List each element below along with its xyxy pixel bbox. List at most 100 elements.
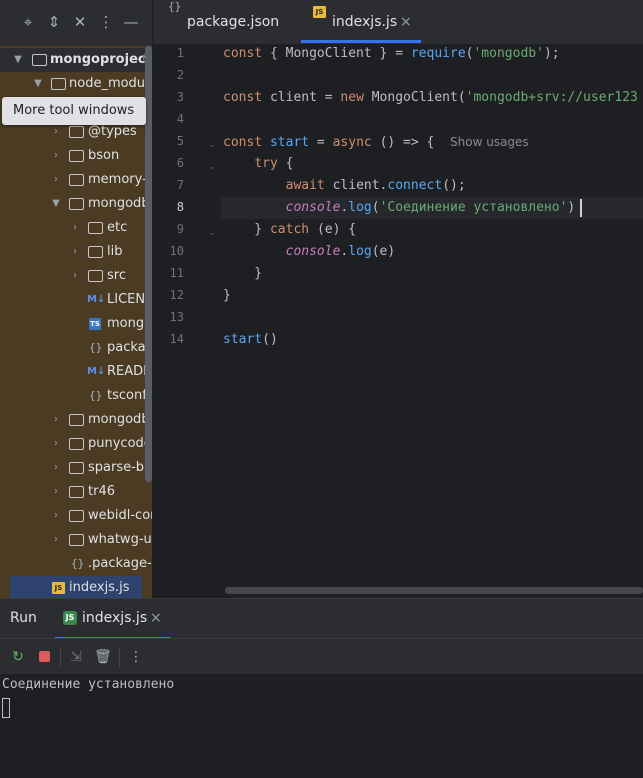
code-line-10: console.log(e) [223,241,396,263]
folder-icon [69,534,84,546]
tree-row[interactable]: › webidl-con [0,504,152,528]
line-number: 13 [169,310,184,324]
tree-row[interactable]: › bson [0,144,152,168]
code-token: 'mongodb+srv://user123 [465,90,638,105]
line-number: 9 [176,222,184,236]
code-line-1: const { MongoClient } = require('mongodb… [223,43,560,65]
line-number: 2 [176,68,184,82]
line-number: 12 [169,288,184,302]
tree-row[interactable]: › punycode [0,432,152,456]
tab-indexjs[interactable]: JS indexjs.js × [301,0,421,44]
code-token: log [348,244,372,259]
tree-row[interactable]: › mongodb- [0,408,152,432]
code-token: console [285,200,341,215]
fold-icon[interactable]: ⌄ [208,162,216,172]
code-token: const [223,46,270,61]
chevron-down-icon: ▼ [52,198,60,209]
tree-row[interactable]: {} .package-l [0,552,152,576]
run-toolbar: ↻ ⇲ 🗑 ⋮ [0,638,643,675]
tree-row[interactable]: › src [0,264,152,288]
folder-icon [69,198,84,210]
run-tab-indexjs[interactable]: JS indexjs.js × [55,599,171,639]
code-token: async [332,135,380,150]
console-output[interactable]: Соединение установлено [0,674,643,778]
tree-row[interactable]: › memory-p [0,168,152,192]
folder-icon [88,222,103,234]
tree-row[interactable]: ▼ mongodb [0,192,152,216]
project-scrollbar[interactable] [145,46,152,482]
code-token: () [262,332,278,347]
tree-label: .package-l [88,556,152,571]
trash-icon[interactable]: 🗑 [94,649,112,665]
code-token: Show usages [450,135,529,149]
code-token: catch [269,222,317,237]
code-token: } [223,288,231,303]
close-icon[interactable]: × [150,610,162,626]
expand-all-icon[interactable]: ⇕ [45,13,63,31]
more-icon[interactable]: ⋮ [97,13,115,31]
code-line-3: const client = new MongoClient('mongodb+… [223,87,638,109]
tree-row[interactable]: TS mongod [0,312,152,336]
stop-icon[interactable] [36,649,52,665]
project-panel: ⌖ ⇕ ✕ ⋮ — ▼ mongoproject C ▼ node_module… [0,0,152,598]
chevron-down-icon: ▼ [14,54,22,65]
tab-package-json[interactable]: {} package.json [165,0,295,44]
code-token: try [254,156,286,171]
editor-horizontal-scrollbar[interactable] [225,587,643,594]
fold-icon[interactable]: ⌄ [208,228,216,238]
scroll-to-end-icon[interactable]: ⇲ [68,649,84,665]
tree-row[interactable]: › etc [0,216,152,240]
tree-row-node-modules[interactable]: ▼ node_modules [0,72,152,96]
line-number: 8 [176,200,184,214]
tree-row[interactable]: M↓ LICENS [0,288,152,312]
code-token: start [269,135,310,150]
code-token: connect [387,178,443,193]
tree-label: lib [107,244,123,259]
tree-row[interactable]: › tr46 [0,480,152,504]
tree-row[interactable]: › whatwg-u [0,528,152,552]
tree-label: indexjs.js [69,580,130,595]
markdown-icon: M↓ [87,366,106,377]
code-token: (e) { [316,222,357,237]
close-icon[interactable]: × [400,0,412,44]
code-editor[interactable] [153,44,643,597]
code-line-8: console.log('Соединение установлено') [223,197,576,219]
code-token: } [223,222,270,237]
tree-row[interactable]: {} tsconfig [0,384,152,408]
line-number: 14 [169,332,184,346]
tree-row[interactable]: {} package [0,336,152,360]
js-file-icon: JS [52,582,65,594]
tree-row[interactable]: M↓ READM [0,360,152,384]
line-number: 4 [176,112,184,126]
collapse-all-icon[interactable]: ✕ [71,13,89,31]
code-token: } [223,266,263,281]
chevron-right-icon: › [54,174,58,185]
tree-row-selected[interactable]: JS indexjs.js [10,576,142,598]
chevron-right-icon: › [73,246,77,257]
chevron-right-icon: › [54,462,58,473]
tree-row-root[interactable]: ▼ mongoproject C [0,48,152,72]
chevron-right-icon: › [54,414,58,425]
fold-icon[interactable]: ⌄ [208,140,216,150]
run-title: Run [10,610,37,626]
crosshair-icon[interactable]: ⌖ [19,13,37,31]
more-icon[interactable]: ⋮ [128,649,144,665]
typescript-icon: TS [89,318,101,330]
tree-label: bson [88,148,120,163]
chevron-right-icon: › [54,150,58,161]
tree-row[interactable]: › lib [0,240,152,264]
minimize-icon[interactable]: — [122,13,140,31]
folder-icon [69,510,84,522]
folder-icon [88,270,103,282]
toolbar-divider [119,647,120,667]
console-cursor [2,698,10,718]
run-panel-header: Run JS indexjs.js × [0,598,643,639]
rerun-icon[interactable]: ↻ [10,649,26,665]
project-toolbar: ⌖ ⇕ ✕ ⋮ — [0,0,152,44]
tree-row[interactable]: › sparse-bit [0,456,152,480]
line-number: 5 [176,134,184,148]
folder-icon [69,486,84,498]
